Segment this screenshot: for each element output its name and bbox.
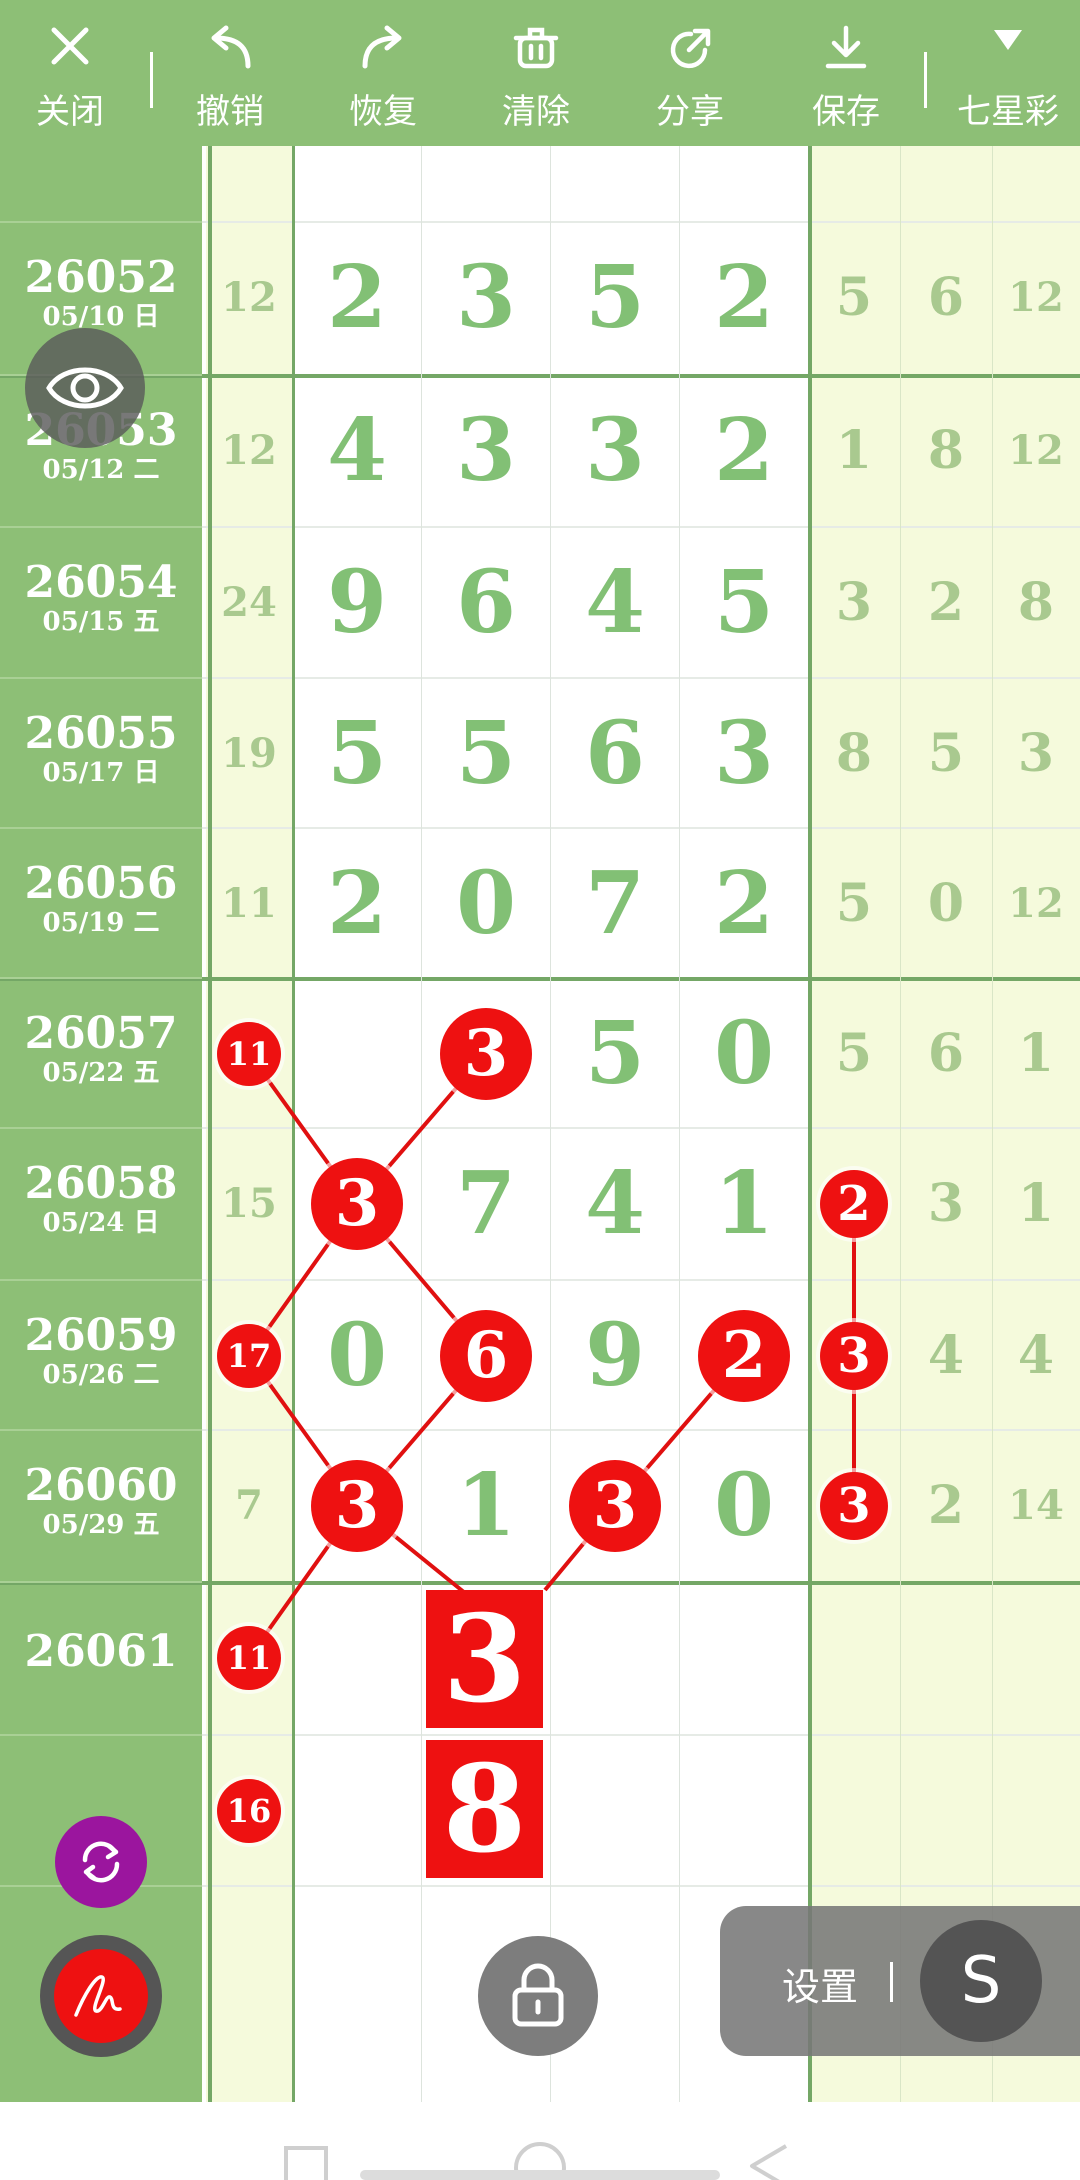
lock-icon [512, 1963, 564, 2027]
share-button[interactable]: 分享 [630, 0, 750, 146]
lottery-select[interactable]: 七星彩 [940, 0, 1076, 146]
settings-panel[interactable]: 设置 S [720, 1906, 1080, 2056]
marked-number: 2 [820, 1169, 888, 1238]
pen-icon [74, 1975, 122, 2017]
lock-button[interactable] [478, 1936, 598, 2056]
dropdown-icon [994, 30, 1022, 50]
prediction-box-1: 3 [426, 1589, 543, 1730]
lottery-label: 七星彩 [957, 92, 1059, 132]
marked-number: 3 [440, 1007, 532, 1100]
close-label: 关闭 [36, 92, 104, 132]
eye-toggle-button[interactable] [25, 328, 145, 448]
redo-button[interactable]: 恢复 [323, 0, 443, 146]
square-icon[interactable] [282, 2144, 330, 2180]
settings-label: 设置 [782, 1965, 859, 2009]
share-icon [670, 28, 711, 69]
home-indicator[interactable] [360, 2170, 720, 2180]
clear-button[interactable]: 清除 [476, 0, 596, 146]
marked-number: 3 [820, 1321, 888, 1390]
marked-number: 3 [311, 1157, 403, 1250]
undo-button[interactable]: 撤销 [170, 0, 290, 146]
redo-icon [362, 25, 402, 69]
top-toolbar: 关闭 撤销 恢复 清除 分享 保存 七星彩 [0, 0, 1080, 146]
marked-number: 6 [440, 1309, 532, 1402]
undo-label: 撤销 [196, 92, 264, 132]
clear-label: 清除 [502, 92, 570, 132]
save-label: 保存 [812, 92, 880, 132]
save-icon [825, 25, 867, 69]
marked-number: 17 [217, 1323, 281, 1388]
settings-logo-button[interactable]: S [920, 1920, 1042, 2042]
close-icon [51, 27, 89, 65]
marked-number: 3 [311, 1459, 403, 1552]
marked-number: 2 [698, 1309, 790, 1402]
close-button[interactable]: 关闭 [10, 0, 130, 146]
eye-icon [46, 367, 124, 409]
marked-number: 11 [217, 1625, 281, 1690]
settings-logo: S [960, 1944, 1002, 2018]
redo-label: 恢复 [349, 92, 417, 132]
save-button[interactable]: 保存 [786, 0, 906, 146]
clear-icon [513, 27, 559, 69]
marked-number: 3 [820, 1471, 888, 1540]
undo-icon [211, 25, 251, 69]
marked-number: 16 [217, 1778, 281, 1843]
back-icon[interactable] [746, 2142, 792, 2180]
refresh-icon [82, 1841, 120, 1883]
share-label: 分享 [656, 92, 724, 132]
marked-number: 11 [217, 1021, 281, 1086]
prediction-box-2: 8 [426, 1739, 543, 1880]
marked-number: 3 [569, 1459, 661, 1552]
system-nav-bar [0, 2102, 1080, 2180]
refresh-button[interactable] [55, 1816, 147, 1908]
pen-tool-button[interactable] [40, 1935, 162, 2057]
